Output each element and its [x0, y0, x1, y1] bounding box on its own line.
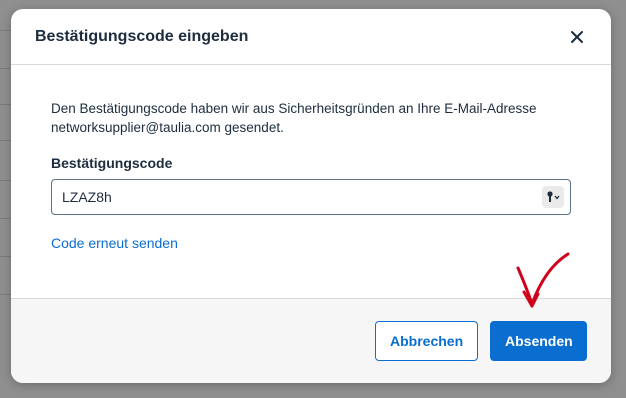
key-icon[interactable] [542, 186, 564, 208]
verification-code-input[interactable] [62, 189, 542, 205]
info-text-line2: networksupplier@taulia.com gesendet. [51, 120, 284, 135]
info-text: Den Bestätigungscode haben wir aus Siche… [51, 99, 571, 137]
info-text-line1: Den Bestätigungscode haben wir aus Siche… [51, 101, 537, 116]
close-icon [571, 30, 583, 43]
dialog-header: Bestätigungscode eingeben [11, 9, 611, 65]
resend-code-link[interactable]: Code erneut senden [51, 235, 178, 251]
submit-button[interactable]: Absenden [490, 321, 587, 361]
dialog-title: Bestätigungscode eingeben [35, 27, 249, 45]
verification-dialog: Bestätigungscode eingeben Den Bestätigun… [11, 9, 611, 383]
code-input-wrapper[interactable] [51, 179, 571, 215]
password-key-icon [547, 191, 560, 202]
cancel-button[interactable]: Abbrechen [375, 321, 478, 361]
red-checkmark-arrow-annotation [516, 252, 570, 309]
field-label: Bestätigungscode [51, 155, 173, 171]
close-button[interactable] [565, 25, 589, 49]
